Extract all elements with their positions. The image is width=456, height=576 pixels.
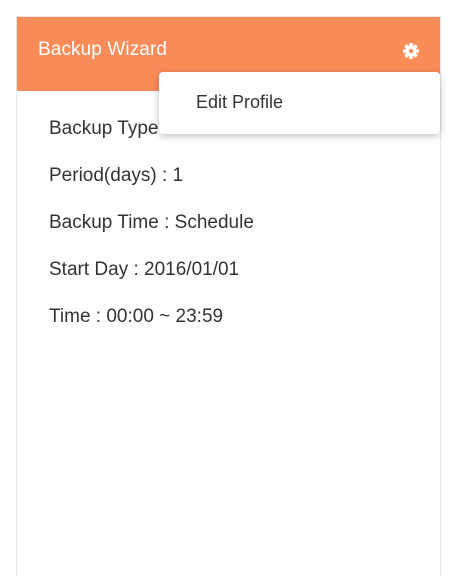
gear-icon[interactable] [400,40,422,62]
edit-profile-menu-item[interactable]: Edit Profile [196,92,283,113]
period-days-text: Period(days) : 1 [49,165,184,186]
settings-dropdown-menu: Edit Profile [159,72,440,134]
time-range-text: Time : 00:00 ~ 23:59 [49,306,224,327]
start-day-text: Start Day : 2016/01/01 [49,259,240,280]
backup-details: Backup Type : RoundRobin Period(days) : … [49,115,280,350]
panel-title: Backup Wizard [38,39,168,60]
backup-time-text: Backup Time : Schedule [49,212,254,233]
